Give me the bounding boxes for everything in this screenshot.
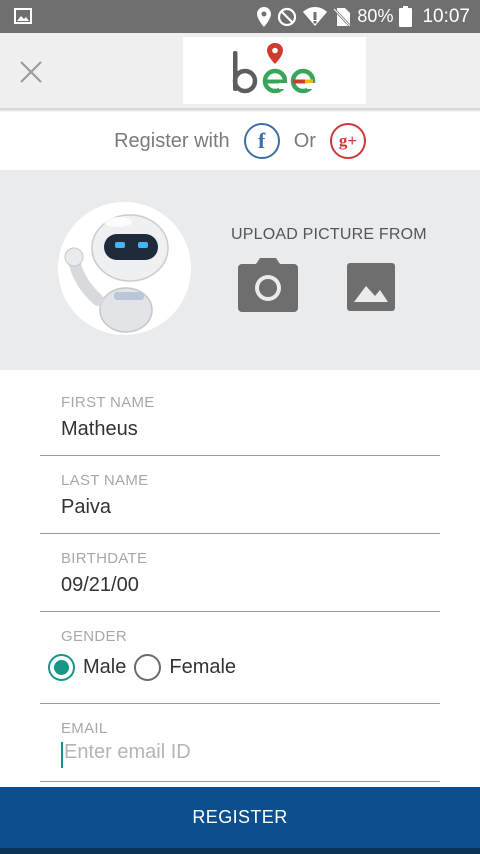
gender-option-female[interactable]: Female: [134, 654, 236, 681]
radio-checked-icon[interactable]: [48, 654, 75, 681]
first-name-field[interactable]: FIRST NAME Matheus: [40, 370, 440, 456]
app-bar: [0, 33, 480, 109]
email-label: EMAIL: [61, 720, 108, 737]
gender-male-label[interactable]: Male: [83, 656, 126, 679]
battery-icon: [399, 6, 413, 27]
facebook-button[interactable]: f: [243, 123, 280, 159]
gallery-button[interactable]: [346, 262, 396, 312]
do-not-disturb-icon: [278, 7, 297, 26]
bee-logo: [183, 37, 366, 104]
camera-button[interactable]: [236, 258, 300, 314]
robot-avatar-image: [58, 202, 190, 334]
wifi-icon: [303, 6, 328, 26]
registration-screen: 80% 10:07 Register with f Or g+ UPLOAD P…: [0, 0, 480, 854]
last-name-label: LAST NAME: [61, 472, 149, 489]
gender-label: GENDER: [61, 628, 127, 645]
register-with-label: Register with: [114, 129, 230, 152]
email-field[interactable]: EMAIL: [40, 704, 440, 782]
gender-female-label[interactable]: Female: [169, 656, 236, 679]
or-label: Or: [293, 129, 316, 152]
birthdate-field[interactable]: BIRTHDATE 09/21/00: [40, 534, 440, 612]
image-icon: [347, 263, 395, 311]
gender-option-male[interactable]: Male: [48, 654, 126, 681]
first-name-label: FIRST NAME: [61, 394, 155, 411]
bottom-strip: [0, 848, 480, 854]
no-sim-icon: [333, 7, 352, 27]
avatar[interactable]: [58, 202, 191, 335]
radio-unchecked-icon[interactable]: [134, 654, 162, 681]
location-icon: [257, 6, 272, 27]
facebook-icon: f: [258, 128, 266, 153]
close-button[interactable]: [14, 55, 48, 89]
gallery-icon: [14, 8, 32, 24]
status-icons: 80% 10:07: [257, 0, 470, 33]
google-plus-button[interactable]: g+: [329, 123, 366, 159]
bee-logo-graphic: [232, 42, 315, 93]
birthdate-value[interactable]: 09/21/00: [61, 574, 139, 597]
text-cursor: [61, 742, 63, 768]
gender-field: GENDER Male Female: [40, 612, 440, 704]
register-button[interactable]: REGISTER: [0, 787, 480, 848]
social-register-row: Register with f Or g+: [0, 112, 480, 170]
last-name-value[interactable]: Paiva: [61, 496, 111, 519]
first-name-value[interactable]: Matheus: [61, 418, 138, 441]
last-name-field[interactable]: LAST NAME Paiva: [40, 456, 440, 534]
google-plus-icon: g+: [338, 131, 357, 150]
battery-percent: 80%: [357, 6, 394, 26]
close-icon: [20, 61, 42, 83]
gender-radio-group: Male Female: [48, 654, 244, 681]
upload-picture-label: UPLOAD PICTURE FROM: [231, 226, 427, 243]
camera-icon: [238, 258, 298, 312]
email-input[interactable]: [64, 741, 424, 764]
birthdate-label: BIRTHDATE: [61, 550, 148, 567]
clock: 10:07: [422, 5, 470, 27]
picture-section: UPLOAD PICTURE FROM: [0, 170, 480, 370]
status-bar: 80% 10:07: [0, 0, 480, 33]
